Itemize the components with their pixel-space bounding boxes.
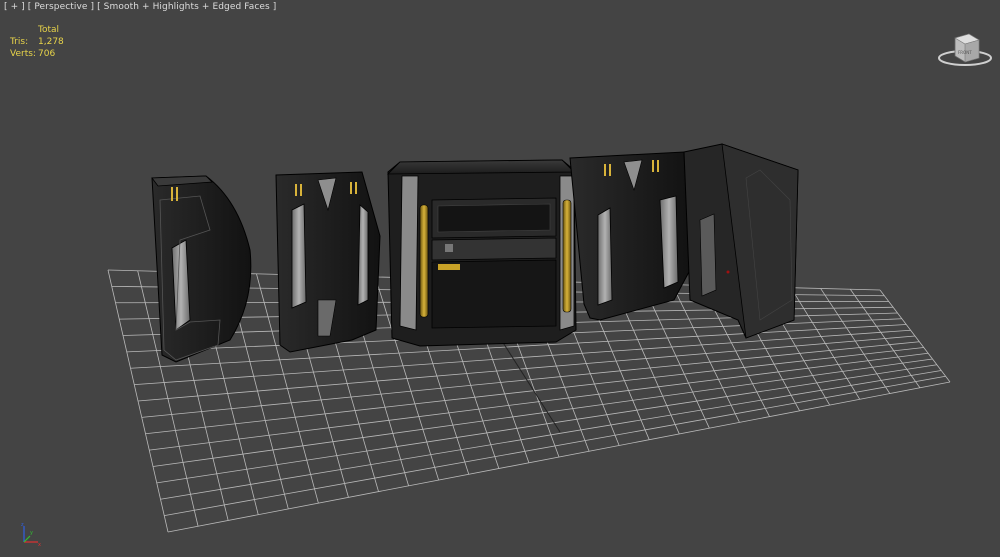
grid-center-line [494, 329, 561, 433]
panel-center-machine[interactable] [387, 159, 577, 347]
axis-y-label: y [30, 530, 33, 536]
scene-canvas[interactable] [0, 0, 1000, 557]
axis-x-label: x [38, 542, 41, 548]
panel-corner[interactable] [683, 143, 799, 339]
panel-y-shape[interactable] [275, 171, 381, 353]
panel-curved-left[interactable] [151, 175, 252, 363]
axis-tripod-icon: x y z [21, 522, 41, 548]
viewcube-face-label: FRONT [958, 50, 972, 55]
viewport-perspective[interactable]: [ + ] [ Perspective ] [ Smooth + Highlig… [0, 0, 1000, 557]
viewcube-icon[interactable]: FRONT [935, 20, 995, 70]
panel-double-y[interactable] [569, 151, 691, 321]
axis-z-label: z [21, 522, 24, 528]
